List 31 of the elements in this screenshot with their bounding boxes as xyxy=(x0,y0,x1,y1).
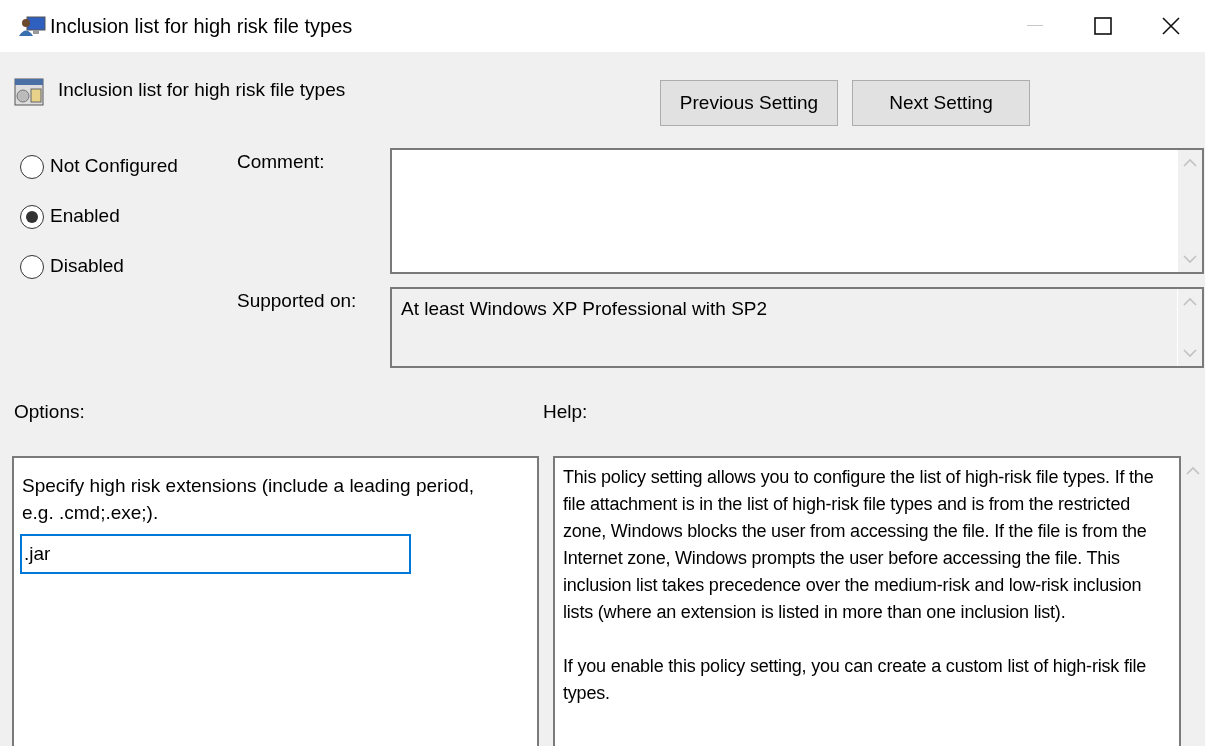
scroll-down-icon[interactable] xyxy=(1183,349,1197,358)
scroll-down-icon[interactable] xyxy=(1183,255,1197,264)
nav-button[interactable]: Previous Setting xyxy=(660,80,838,126)
radio-button[interactable] xyxy=(20,154,44,179)
scroll-up-icon[interactable] xyxy=(1183,158,1197,167)
help-label: Help: xyxy=(543,399,588,424)
help-paragraph: This policy setting allows you to configure the list of high-risk file types. If the file attachment is in the list of high-risk file types and is from the restricted zone, Windows blocks the user from accessing the file. If the file is from the Internet zone, Windows prompts the user before accessing the file. This inclusion list takes precedence over the medium-risk and low-risk inclusion lists (where an extension is listed in more than one inclusion list). xyxy=(563,466,1155,624)
close-icon xyxy=(1162,17,1180,35)
scroll-up-icon[interactable] xyxy=(1183,297,1197,306)
options-description: Specify high risk extensions (include a leading period, e.g. .cmd;.exe;). xyxy=(22,474,476,525)
comment-label: Comment: xyxy=(236,150,326,174)
nav-button[interactable]: Next Setting xyxy=(852,80,1030,126)
policy-title: Inclusion list for high risk file types xyxy=(58,78,346,102)
maximize-icon xyxy=(1094,17,1112,35)
extensions-input[interactable]: .jar xyxy=(20,534,411,574)
radio-option[interactable]: Not Configured xyxy=(20,154,222,179)
computer-user-icon xyxy=(18,15,46,37)
scroll-up-icon[interactable] xyxy=(1186,466,1200,475)
policy-settings-icon xyxy=(14,78,44,106)
scrollbar[interactable] xyxy=(1178,150,1202,272)
minimize-icon xyxy=(1027,25,1043,27)
radio-button[interactable] xyxy=(20,204,44,229)
radio-option[interactable]: Disabled xyxy=(20,254,222,279)
comment-field[interactable] xyxy=(390,148,1204,274)
radio-button[interactable] xyxy=(20,254,44,279)
supported-on-text: At least Windows XP Professional with SP2 xyxy=(400,297,769,321)
supported-on-label: Supported on: xyxy=(236,289,358,313)
options-label: Options: xyxy=(13,399,86,424)
radio-option[interactable]: Enabled xyxy=(20,204,222,229)
help-paragraph: If you enable this policy setting, you can create a custom list of high-risk file types. xyxy=(563,655,1148,705)
window-title: Inclusion list for high risk file types xyxy=(50,14,353,39)
